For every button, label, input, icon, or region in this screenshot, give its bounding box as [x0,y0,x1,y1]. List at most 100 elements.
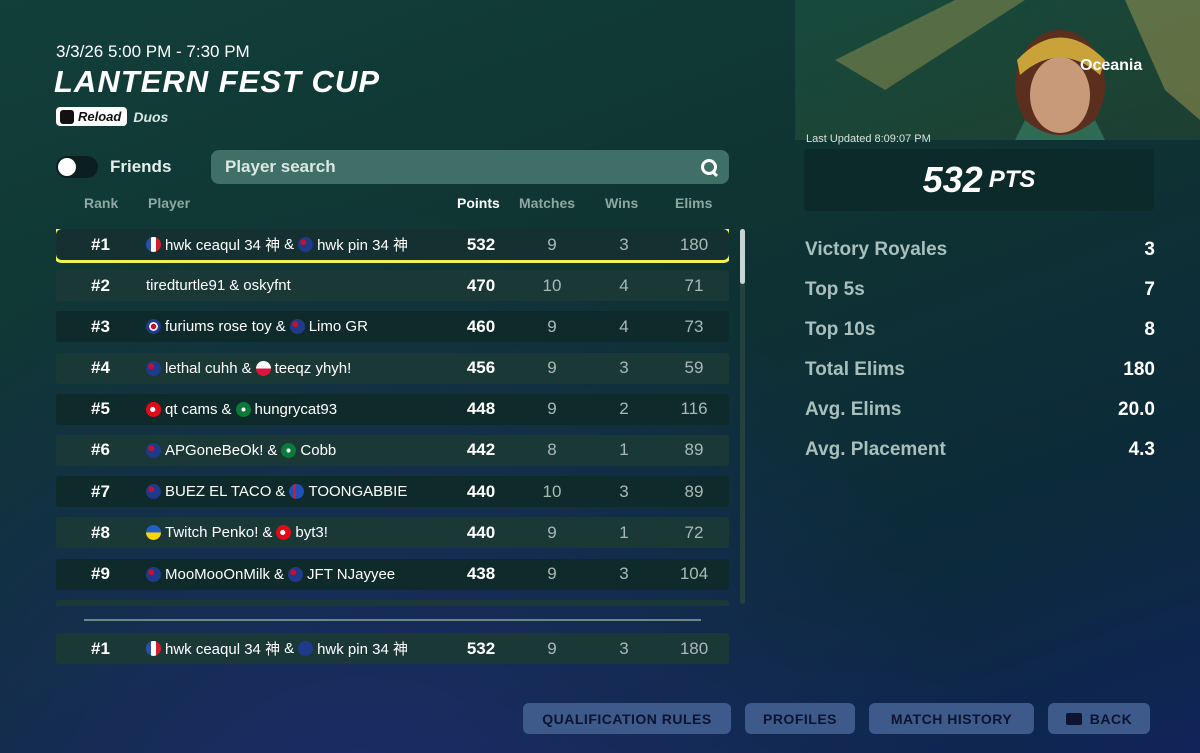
player-search-input[interactable] [223,156,667,178]
stat-label: Total Elims [805,359,905,380]
col-header-rank: Rank [84,195,119,211]
iceland-flag-icon [289,484,305,500]
player-name: tiredturtle91 [146,277,226,295]
player-name: BUEZ EL TACO [165,483,272,501]
rank-cell: #3 [91,316,110,336]
player-name: hwk ceaqul 34 神 [165,641,281,658]
matches-cell: 9 [547,316,557,336]
my-team-row[interactable]: #1 hwk ceaqul 34 神 & hwk pin 34 神 532 9 … [56,633,729,664]
leaderboard-row[interactable]: #7 BUEZ EL TACO & TOONGABBIE 440 10 3 89 [56,476,729,508]
elims-cell: 89 [684,440,704,460]
leaderboard-row[interactable]: #6 APGoneBeOk! & Cobb 442 8 1 89 [56,434,729,466]
australia-flag-icon [289,319,305,335]
stat-value: 4.3 [1128,439,1155,460]
leaderboard-row[interactable]: #4 lethal cuhh & teeqz yhyh! 456 9 3 59 [56,352,729,384]
france-flag-icon [146,641,161,656]
mode-badge: Reload [56,107,128,126]
friends-label: Friends [110,157,172,176]
amp: & [284,640,295,657]
points-summary-box: 532 PTS [804,149,1154,211]
amp: & [262,524,273,542]
profiles-button[interactable]: PROFILES [745,703,855,734]
matches-cell: 9 [547,564,557,583]
france-flag-icon [146,237,161,252]
australia-flag-icon [298,237,314,252]
elims-cell: 71 [684,275,704,295]
points-unit: PTS [988,166,1036,193]
leaderboard-row-partial[interactable] [56,599,729,606]
stat-label: Top 10s [805,319,876,340]
back-button[interactable]: BACK [1048,703,1150,734]
amp: & [241,359,252,377]
leaderboard-row[interactable]: #3 furiums rose toy & Limo GR 460 9 4 73 [56,311,729,343]
points-cell: 442 [466,440,496,460]
player-cell: tiredturtle91 & oskyfnt [146,277,291,294]
elims-cell: 73 [684,316,704,336]
player-name: oskyfnt [243,277,291,295]
back-label: BACK [1089,710,1133,727]
points-cell: 440 [466,481,496,501]
uk-flag-icon [146,319,161,335]
divider [84,619,701,621]
leaderboard-row[interactable]: #8 Twitch Penko! & byt3! 440 9 1 72 [56,517,729,549]
matches-cell: 9 [547,522,557,542]
amp: & [229,277,240,295]
poland-flag-icon [255,360,271,376]
rank-cell: #5 [91,399,110,419]
leaderboard-list[interactable]: #1 hwk ceaqul 34 神 & hwk pin 34 神 532 9 3 180 #2… [56,229,729,606]
points-cell: 448 [466,399,496,419]
player-cell: hwk ceaqul 34 神 & hwk pin 34 神 [146,234,408,255]
col-header-wins: Wins [605,195,639,211]
leaderboard-row[interactable]: #5 qt cams & hungrycat93 448 9 2 116 [56,393,729,425]
points-cell: 440 [466,522,496,542]
stat-top-10s: Top 10s 8 [805,319,1155,341]
matches-cell: 9 [547,358,557,378]
player-name: furiums rose toy [165,318,272,336]
wins-cell: 3 [619,234,629,254]
saudi-flag-icon [235,401,251,417]
elims-cell: 89 [684,481,704,501]
stat-label: Avg. Elims [805,399,902,420]
points-cell: 532 [466,638,496,658]
player-cell: APGoneBeOk! & Cobb [146,442,336,459]
saudi-flag-icon [281,442,297,458]
scrollbar-track[interactable] [740,229,745,604]
player-name: lethal cuhh [165,359,238,377]
amp: & [267,441,278,459]
points-value: 532 [922,159,983,200]
wins-cell: 3 [619,481,629,501]
rank-cell: #1 [91,234,110,254]
leaderboard-row[interactable]: #2 tiredturtle91 & oskyfnt 470 10 4 71 [56,270,729,302]
rank-cell: #4 [91,358,110,378]
elims-cell: 116 [680,399,708,419]
wins-cell: 4 [619,275,629,295]
leaderboard-row[interactable]: #1 hwk ceaqul 34 神 & hwk pin 34 神 532 9 3 180 [56,229,729,263]
elims-cell: 59 [684,358,704,378]
turkey-flag-icon [276,525,292,541]
elims-cell: 104 [679,564,709,583]
player-name: byt3! [295,524,328,542]
scrollbar-thumb[interactable] [740,229,745,284]
player-name: Cobb [300,441,337,459]
player-cell: Twitch Penko! & byt3! [146,524,328,541]
stat-value: 20.0 [1118,399,1155,420]
friends-toggle[interactable] [56,156,98,178]
match-history-button[interactable]: MATCH HISTORY [869,703,1034,734]
player-search-box[interactable] [211,150,729,184]
player-name: qt cams [165,400,218,418]
qualification-rules-button[interactable]: QUALIFICATION RULES [523,703,731,734]
ukraine-flag-icon [146,525,161,541]
rank-cell: #1 [91,638,110,658]
stat-value: 3 [1144,239,1155,260]
amp: & [274,565,285,583]
leaderboard-row[interactable]: #9 MooMooOnMilk & JFT NJayyee 438 9 3 104 [56,558,729,590]
matches-cell: 9 [547,234,557,254]
stat-label: Top 5s [805,279,865,300]
wins-cell: 2 [619,399,629,419]
elims-cell: 180 [679,234,709,254]
search-icon[interactable] [701,159,717,175]
wins-cell: 3 [619,638,629,658]
matches-cell: 8 [547,440,557,460]
stat-label: Avg. Placement [805,439,946,460]
friends-filter[interactable]: Friends [56,156,171,178]
